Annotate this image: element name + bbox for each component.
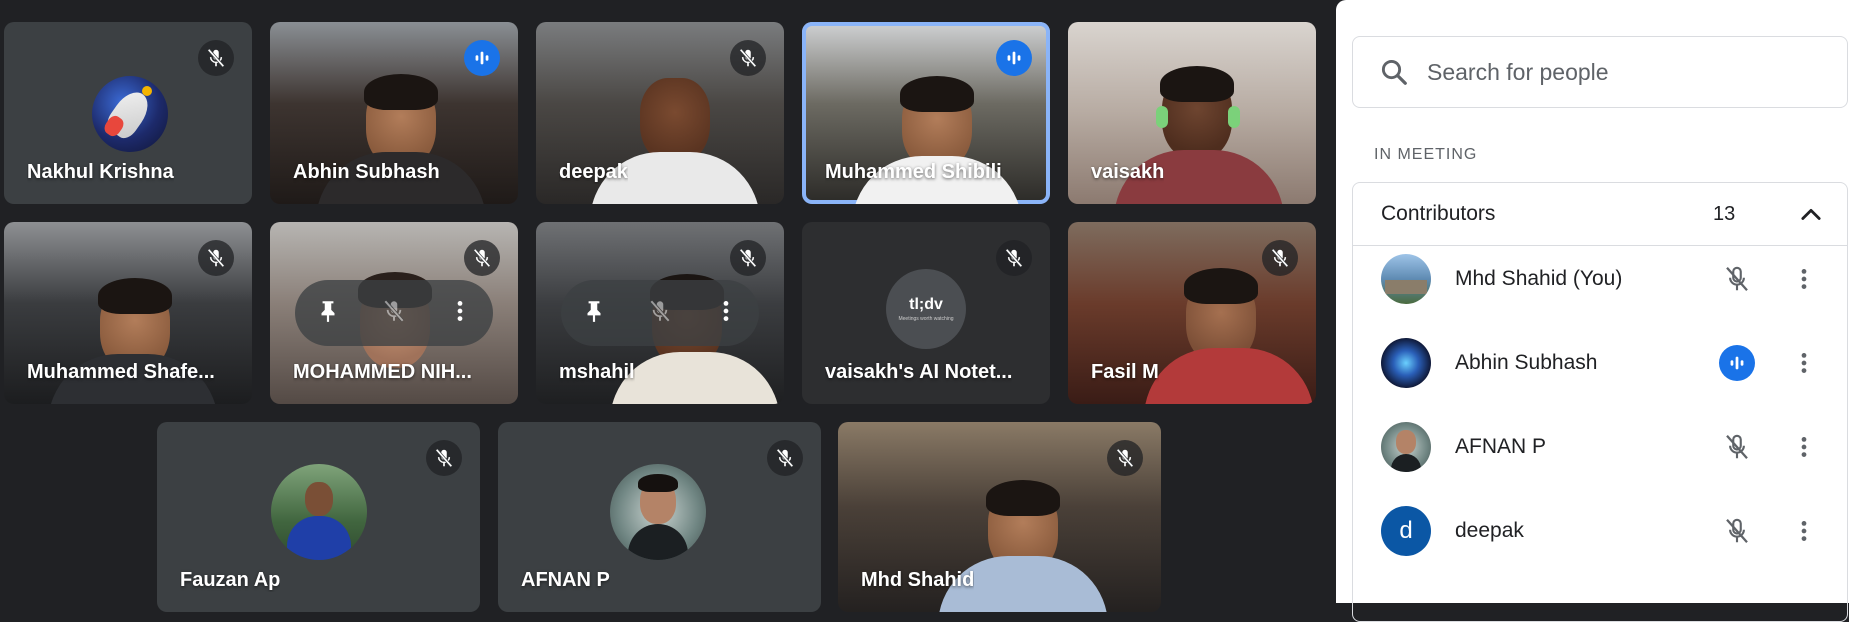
participant-tile[interactable]: AFNAN P: [498, 422, 821, 612]
avatar: [610, 464, 706, 560]
speaking-indicator-icon: [1717, 343, 1757, 383]
tile-hover-controls: [561, 280, 759, 346]
mic-muted-icon: [198, 240, 234, 276]
person-row[interactable]: Abhin Subhash: [1381, 333, 1841, 393]
participant-name: vaisakh's AI Notet...: [825, 361, 1013, 383]
participant-name: vaisakh: [1091, 161, 1165, 183]
mic-muted-icon: [767, 440, 803, 476]
more-options-icon[interactable]: [713, 298, 739, 329]
participant-tile[interactable]: deepak: [536, 22, 784, 204]
participant-name: Fasil M: [1091, 361, 1159, 383]
participant-name: Fauzan Ap: [180, 569, 281, 591]
participant-name: Nakhul Krishna: [27, 161, 174, 183]
more-options-icon[interactable]: [1789, 343, 1819, 383]
contributors-header[interactable]: Contributors 13: [1353, 183, 1847, 246]
participant-name: mshahil: [559, 361, 635, 383]
participant-tile[interactable]: vaisakh: [1068, 22, 1316, 204]
avatar: d: [1381, 506, 1431, 556]
person-name: Mhd Shahid (You): [1455, 267, 1623, 290]
person-name: deepak: [1455, 519, 1524, 542]
chevron-up-icon[interactable]: [1797, 201, 1825, 229]
mic-muted-icon[interactable]: [1717, 511, 1757, 551]
mic-muted-icon: [198, 40, 234, 76]
tldv-tagline: Meetings worth watching: [898, 316, 954, 323]
pin-icon[interactable]: [315, 298, 341, 329]
more-options-icon[interactable]: [1789, 259, 1819, 299]
participant-tile[interactable]: Muhammed Shibili: [802, 22, 1050, 204]
person-row[interactable]: d deepak: [1381, 501, 1841, 561]
more-options-icon[interactable]: [447, 298, 473, 329]
participant-name: deepak: [559, 161, 628, 183]
search-box[interactable]: [1352, 36, 1848, 108]
participant-name: Muhammed Shibili: [825, 161, 1002, 183]
mic-muted-icon: [426, 440, 462, 476]
participant-name: Mhd Shahid: [861, 569, 975, 591]
mic-muted-icon[interactable]: [1717, 259, 1757, 299]
mute-icon[interactable]: [647, 298, 673, 329]
avatar: [1381, 254, 1431, 304]
mic-muted-icon: [730, 40, 766, 76]
video-grid: Nakhul Krishna Abhin Subhash deepak Muha…: [0, 0, 1336, 612]
participant-tile[interactable]: MOHAMMED NIH...: [270, 222, 518, 404]
participant-tile[interactable]: mshahil: [536, 222, 784, 404]
more-options-icon[interactable]: [1789, 511, 1819, 551]
participant-tile[interactable]: Mhd Shahid: [838, 422, 1161, 612]
more-options-icon[interactable]: [1789, 427, 1819, 467]
participant-name: Muhammed Shafe...: [27, 361, 215, 383]
participant-name: MOHAMMED NIH...: [293, 361, 472, 383]
contributors-group: Contributors 13 Mhd Shahid (You) Abhin S…: [1352, 182, 1848, 622]
participant-tile[interactable]: Fasil M: [1068, 222, 1316, 404]
search-icon: [1381, 59, 1407, 85]
search-input[interactable]: [1425, 57, 1789, 87]
participant-name: AFNAN P: [521, 569, 610, 591]
mic-muted-icon[interactable]: [1717, 427, 1757, 467]
avatar-initial: d: [1399, 517, 1413, 544]
participant-tile[interactable]: Nakhul Krishna: [4, 22, 252, 204]
mute-icon[interactable]: [381, 298, 407, 329]
people-panel: IN MEETING Contributors 13 Mhd Shahid (Y…: [1336, 0, 1849, 622]
mic-muted-icon: [730, 240, 766, 276]
participant-tile[interactable]: Abhin Subhash: [270, 22, 518, 204]
pin-icon[interactable]: [581, 298, 607, 329]
mic-muted-icon: [464, 240, 500, 276]
person-row[interactable]: AFNAN P: [1381, 417, 1841, 477]
person-name: Abhin Subhash: [1455, 351, 1598, 374]
mic-muted-icon: [996, 240, 1032, 276]
speaking-indicator-icon: [996, 40, 1032, 76]
avatar: [1381, 338, 1431, 388]
speaking-indicator-icon: [464, 40, 500, 76]
tldv-logo: tl;dv Meetings worth watching: [886, 269, 966, 350]
section-label: IN MEETING: [1374, 146, 1478, 163]
tldv-logo-text: tl;dv: [909, 296, 943, 314]
avatar: [1381, 422, 1431, 472]
participant-tile[interactable]: Fauzan Ap: [157, 422, 480, 612]
mic-muted-icon: [1262, 240, 1298, 276]
tile-hover-controls: [295, 280, 493, 346]
person-row[interactable]: Mhd Shahid (You): [1381, 249, 1841, 309]
group-title: Contributors: [1381, 202, 1496, 225]
participant-tile[interactable]: Muhammed Shafe...: [4, 222, 252, 404]
avatar: [92, 76, 168, 152]
mic-muted-icon: [1107, 440, 1143, 476]
avatar: [271, 464, 367, 560]
person-name: AFNAN P: [1455, 435, 1547, 458]
participant-tile[interactable]: tl;dv Meetings worth watching vaisakh's …: [802, 222, 1050, 404]
group-count: 13: [1713, 202, 1736, 225]
participant-name: Abhin Subhash: [293, 161, 440, 183]
